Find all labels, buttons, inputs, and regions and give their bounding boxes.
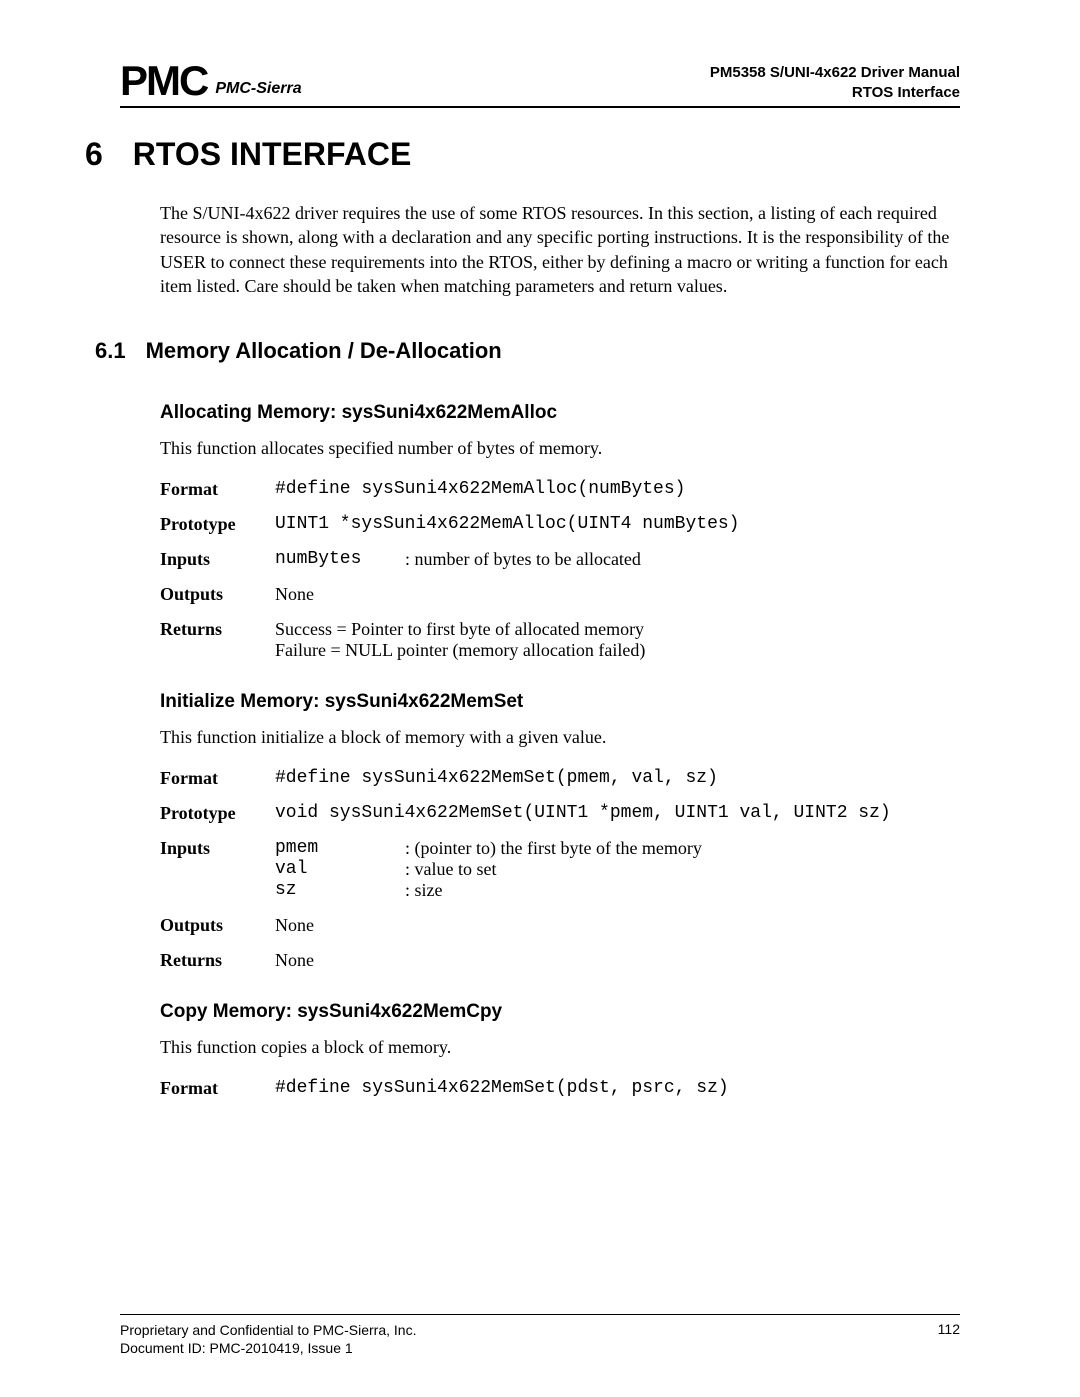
returns-line1: Success = Pointer to first byte of alloc… <box>275 619 960 640</box>
label-format: Format <box>160 479 275 500</box>
table-row: Format #define sysSuni4x622MemSet(pdst, … <box>160 1078 960 1099</box>
footer-line2: Document ID: PMC-2010419, Issue 1 <box>120 1339 416 1357</box>
chapter-title: 6 RTOS INTERFACE <box>85 136 960 173</box>
label-outputs: Outputs <box>160 584 275 605</box>
label-prototype: Prototype <box>160 514 275 535</box>
doc-section: RTOS Interface <box>710 83 960 103</box>
footer-line1: Proprietary and Confidential to PMC-Sier… <box>120 1321 416 1339</box>
param-desc: : value to set <box>405 859 960 880</box>
table-row: Format #define sysSuni4x622MemAlloc(numB… <box>160 479 960 500</box>
func2-inputs: pmem : (pointer to) the first byte of th… <box>275 838 960 901</box>
func3-table: Format #define sysSuni4x622MemSet(pdst, … <box>160 1078 960 1099</box>
param-desc: : size <box>405 880 960 901</box>
table-row: Prototype void sysSuni4x622MemSet(UINT1 … <box>160 803 960 824</box>
label-format: Format <box>160 1078 275 1099</box>
label-inputs: Inputs <box>160 838 275 901</box>
logo-subtext: PMC-Sierra <box>215 80 301 102</box>
page-header: PMC PMC-Sierra PM5358 S/UNI-4x622 Driver… <box>120 60 960 108</box>
section-title: 6.1 Memory Allocation / De-Allocation <box>95 338 960 364</box>
func2-title: Initialize Memory: sysSuni4x622MemSet <box>160 691 960 713</box>
func2-returns: None <box>275 950 960 971</box>
func1-table: Format #define sysSuni4x622MemAlloc(numB… <box>160 479 960 661</box>
label-prototype: Prototype <box>160 803 275 824</box>
param-name: pmem <box>275 838 405 859</box>
doc-title: PM5358 S/UNI-4x622 Driver Manual <box>710 63 960 83</box>
func2-prototype: void sysSuni4x622MemSet(UINT1 *pmem, UIN… <box>275 803 960 824</box>
func2-desc: This function initialize a block of memo… <box>160 727 960 748</box>
chapter-name: RTOS INTERFACE <box>133 136 412 173</box>
footer-left: Proprietary and Confidential to PMC-Sier… <box>120 1321 416 1357</box>
section-name: Memory Allocation / De-Allocation <box>146 338 502 364</box>
func1-prototype: UINT1 *sysSuni4x622MemAlloc(UINT4 numByt… <box>275 514 960 535</box>
func2-format: #define sysSuni4x622MemSet(pmem, val, sz… <box>275 768 960 789</box>
func3-format: #define sysSuni4x622MemSet(pdst, psrc, s… <box>275 1078 960 1099</box>
logo-area: PMC PMC-Sierra <box>120 60 302 102</box>
func1-returns: Success = Pointer to first byte of alloc… <box>275 619 960 661</box>
table-row: Inputs pmem : (pointer to) the first byt… <box>160 838 960 901</box>
document-page: PMC PMC-Sierra PM5358 S/UNI-4x622 Driver… <box>0 0 1080 1397</box>
table-row: Inputs numBytes : number of bytes to be … <box>160 549 960 570</box>
func1-outputs: None <box>275 584 960 605</box>
returns-line2: Failure = NULL pointer (memory allocatio… <box>275 640 960 661</box>
header-right: PM5358 S/UNI-4x622 Driver Manual RTOS In… <box>710 63 960 102</box>
label-format: Format <box>160 768 275 789</box>
pmc-logo: PMC <box>120 60 207 102</box>
func1-format: #define sysSuni4x622MemAlloc(numBytes) <box>275 479 960 500</box>
table-row: Format #define sysSuni4x622MemSet(pmem, … <box>160 768 960 789</box>
table-row: Prototype UINT1 *sysSuni4x622MemAlloc(UI… <box>160 514 960 535</box>
label-outputs: Outputs <box>160 915 275 936</box>
func2-outputs: None <box>275 915 960 936</box>
label-inputs: Inputs <box>160 549 275 570</box>
page-number: 112 <box>938 1321 960 1357</box>
intro-paragraph: The S/UNI-4x622 driver requires the use … <box>160 201 960 298</box>
func2-table: Format #define sysSuni4x622MemSet(pmem, … <box>160 768 960 971</box>
chapter-number: 6 <box>85 136 103 173</box>
section-number: 6.1 <box>95 338 126 364</box>
func1-title: Allocating Memory: sysSuni4x622MemAlloc <box>160 402 960 424</box>
page-footer: Proprietary and Confidential to PMC-Sier… <box>120 1314 960 1357</box>
table-row: Outputs None <box>160 915 960 936</box>
param-name: val <box>275 859 405 880</box>
param-desc: : (pointer to) the first byte of the mem… <box>405 838 960 859</box>
func1-inputs: numBytes : number of bytes to be allocat… <box>275 549 960 570</box>
func3-title: Copy Memory: sysSuni4x622MemCpy <box>160 1001 960 1023</box>
table-row: Outputs None <box>160 584 960 605</box>
func3-desc: This function copies a block of memory. <box>160 1037 960 1058</box>
table-row: Returns None <box>160 950 960 971</box>
label-returns: Returns <box>160 950 275 971</box>
param-name: numBytes <box>275 549 405 570</box>
param-desc: : number of bytes to be allocated <box>405 549 960 570</box>
label-returns: Returns <box>160 619 275 661</box>
func1-desc: This function allocates specified number… <box>160 438 960 459</box>
table-row: Returns Success = Pointer to first byte … <box>160 619 960 661</box>
param-name: sz <box>275 880 405 901</box>
